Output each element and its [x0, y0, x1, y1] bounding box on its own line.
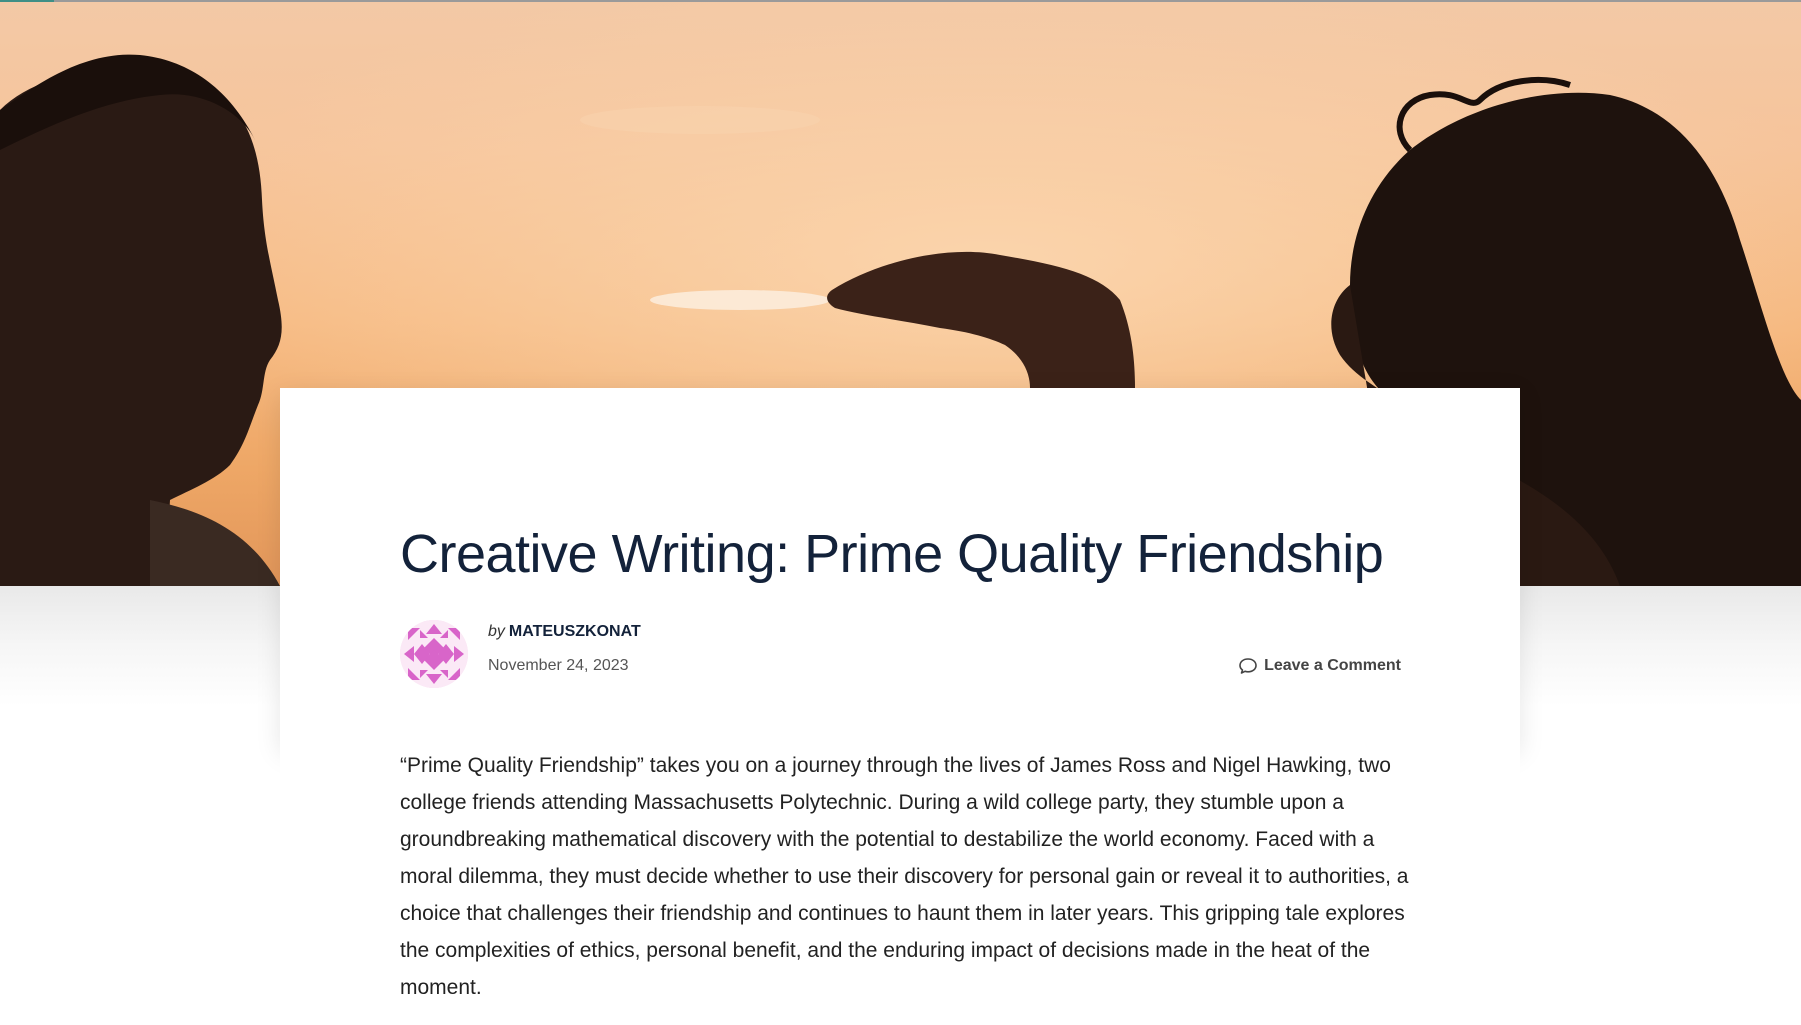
- top-accent: [0, 0, 54, 2]
- top-border: [0, 0, 1801, 2]
- page: Creative Writing: Prime Quality Friendsh…: [0, 0, 1801, 1025]
- author-link[interactable]: MATEUSZKONAT: [509, 623, 641, 640]
- post-title: Creative Writing: Prime Quality Friendsh…: [400, 524, 1384, 584]
- post-excerpt: “Prime Quality Friendship” takes you on …: [400, 754, 1409, 999]
- post-date: November 24, 2023: [488, 657, 629, 674]
- leave-comment-label: Leave a Comment: [1264, 657, 1401, 674]
- author-avatar[interactable]: [400, 620, 468, 688]
- avatar-pattern-icon: [400, 620, 468, 688]
- speech-bubble-icon: [1239, 658, 1257, 674]
- leave-comment-link[interactable]: Leave a Comment: [1238, 656, 1401, 676]
- post-byline: by MATEUSZKONAT: [488, 623, 641, 641]
- by-label: by: [488, 623, 505, 640]
